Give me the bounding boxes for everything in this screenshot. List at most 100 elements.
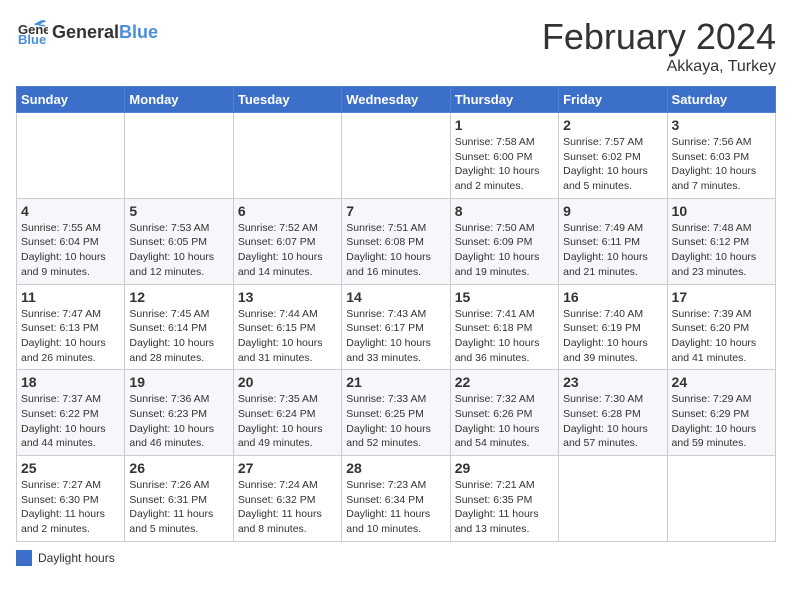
day-info: Sunrise: 7:48 AM Sunset: 6:12 PM Dayligh… xyxy=(672,221,771,280)
day-number: 28 xyxy=(346,460,445,476)
day-number: 19 xyxy=(129,374,228,390)
day-number: 25 xyxy=(21,460,120,476)
svg-text:Blue: Blue xyxy=(18,32,46,47)
calendar-cell: 3Sunrise: 7:56 AM Sunset: 6:03 PM Daylig… xyxy=(667,113,775,199)
calendar-cell: 22 Sunrise: 7:32 AM Sunset: 6:26 PM Dayli… xyxy=(450,370,558,456)
day-number: 4 xyxy=(21,203,120,219)
calendar-location: Akkaya, Turkey xyxy=(542,58,776,76)
calendar-cell: 19 Sunrise: 7:36 AM Sunset: 6:23 PM Dayli… xyxy=(125,370,233,456)
calendar-cell: 17 Sunrise: 7:39 AM Sunset: 6:20 PM Dayli… xyxy=(667,284,775,370)
calendar-cell: 11Sunrise: 7:47 AM Sunset: 6:13 PM Dayli… xyxy=(17,284,125,370)
calendar-week-2: 4 Sunrise: 7:55 AM Sunset: 6:04 PM Daylig… xyxy=(17,198,776,284)
day-info: Sunrise: 7:41 AM Sunset: 6:18 PM Dayligh… xyxy=(455,307,554,366)
day-info: Sunrise: 7:32 AM Sunset: 6:26 PM Dayligh… xyxy=(455,392,554,451)
calendar-week-4: 18 Sunrise: 7:37 AM Sunset: 6:22 PM Dayli… xyxy=(17,370,776,456)
page-header: General Blue GeneralBlue February 2024 A… xyxy=(16,16,776,76)
day-number: 18 xyxy=(21,374,120,390)
col-friday: Friday xyxy=(559,87,667,113)
day-info: Sunrise: 7:39 AM Sunset: 6:20 PM Dayligh… xyxy=(672,307,771,366)
calendar-cell: 18 Sunrise: 7:37 AM Sunset: 6:22 PM Dayli… xyxy=(17,370,125,456)
calendar-cell: 4 Sunrise: 7:55 AM Sunset: 6:04 PM Daylig… xyxy=(17,198,125,284)
legend-box xyxy=(16,550,32,566)
calendar-cell: 27 Sunrise: 7:24 AM Sunset: 6:32 PM Dayli… xyxy=(233,456,341,542)
logo-general-text: General xyxy=(52,22,119,43)
day-number: 24 xyxy=(672,374,771,390)
day-info: Sunrise: 7:37 AM Sunset: 6:22 PM Dayligh… xyxy=(21,392,120,451)
calendar-cell: 12 Sunrise: 7:45 AM Sunset: 6:14 PM Dayli… xyxy=(125,284,233,370)
day-number: 10 xyxy=(672,203,771,219)
day-info: Sunrise: 7:52 AM Sunset: 6:07 PM Dayligh… xyxy=(238,221,337,280)
calendar-cell: 9 Sunrise: 7:49 AM Sunset: 6:11 PM Daylig… xyxy=(559,198,667,284)
day-info: Sunrise: 7:55 AM Sunset: 6:04 PM Dayligh… xyxy=(21,221,120,280)
day-number: 27 xyxy=(238,460,337,476)
calendar-week-5: 25 Sunrise: 7:27 AM Sunset: 6:30 PM Dayli… xyxy=(17,456,776,542)
calendar-cell: 5 Sunrise: 7:53 AM Sunset: 6:05 PM Daylig… xyxy=(125,198,233,284)
calendar-week-3: 11Sunrise: 7:47 AM Sunset: 6:13 PM Dayli… xyxy=(17,284,776,370)
calendar-header-row: Sunday Monday Tuesday Wednesday Thursday… xyxy=(17,87,776,113)
day-info: Sunrise: 7:47 AM Sunset: 6:13 PM Dayligh… xyxy=(21,307,120,366)
day-number: 6 xyxy=(238,203,337,219)
day-number: 13 xyxy=(238,289,337,305)
day-number: 14 xyxy=(346,289,445,305)
day-info: Sunrise: 7:24 AM Sunset: 6:32 PM Dayligh… xyxy=(238,478,337,537)
calendar-cell: 6 Sunrise: 7:52 AM Sunset: 6:07 PM Daylig… xyxy=(233,198,341,284)
day-number: 8 xyxy=(455,203,554,219)
day-info: Sunrise: 7:35 AM Sunset: 6:24 PM Dayligh… xyxy=(238,392,337,451)
day-info: Sunrise: 7:58 AM Sunset: 6:00 PM Dayligh… xyxy=(455,135,554,194)
day-info: Sunrise: 7:50 AM Sunset: 6:09 PM Dayligh… xyxy=(455,221,554,280)
col-sunday: Sunday xyxy=(17,87,125,113)
calendar-cell: 20 Sunrise: 7:35 AM Sunset: 6:24 PM Dayli… xyxy=(233,370,341,456)
day-info: Sunrise: 7:36 AM Sunset: 6:23 PM Dayligh… xyxy=(129,392,228,451)
calendar-week-1: 1 Sunrise: 7:58 AM Sunset: 6:00 PM Daylig… xyxy=(17,113,776,199)
day-info: Sunrise: 7:57 AM Sunset: 6:02 PM Dayligh… xyxy=(563,135,662,194)
calendar-cell: 29 Sunrise: 7:21 AM Sunset: 6:35 PM Dayli… xyxy=(450,456,558,542)
day-number: 2 xyxy=(563,117,662,133)
day-number: 17 xyxy=(672,289,771,305)
calendar-cell: 14 Sunrise: 7:43 AM Sunset: 6:17 PM Dayli… xyxy=(342,284,450,370)
day-number: 29 xyxy=(455,460,554,476)
day-number: 1 xyxy=(455,117,554,133)
day-info: Sunrise: 7:40 AM Sunset: 6:19 PM Dayligh… xyxy=(563,307,662,366)
calendar-cell: 1 Sunrise: 7:58 AM Sunset: 6:00 PM Daylig… xyxy=(450,113,558,199)
day-info: Sunrise: 7:49 AM Sunset: 6:11 PM Dayligh… xyxy=(563,221,662,280)
col-monday: Monday xyxy=(125,87,233,113)
day-number: 5 xyxy=(129,203,228,219)
day-info: Sunrise: 7:33 AM Sunset: 6:25 PM Dayligh… xyxy=(346,392,445,451)
day-info: Sunrise: 7:23 AM Sunset: 6:34 PM Dayligh… xyxy=(346,478,445,537)
day-info: Sunrise: 7:29 AM Sunset: 6:29 PM Dayligh… xyxy=(672,392,771,451)
calendar-cell: 21 Sunrise: 7:33 AM Sunset: 6:25 PM Dayli… xyxy=(342,370,450,456)
col-thursday: Thursday xyxy=(450,87,558,113)
col-wednesday: Wednesday xyxy=(342,87,450,113)
day-number: 22 xyxy=(455,374,554,390)
logo-icon: General Blue xyxy=(16,16,48,48)
day-number: 21 xyxy=(346,374,445,390)
day-number: 12 xyxy=(129,289,228,305)
calendar-body: 1 Sunrise: 7:58 AM Sunset: 6:00 PM Daylig… xyxy=(17,113,776,542)
day-info: Sunrise: 7:21 AM Sunset: 6:35 PM Dayligh… xyxy=(455,478,554,537)
calendar-cell: 8 Sunrise: 7:50 AM Sunset: 6:09 PM Daylig… xyxy=(450,198,558,284)
day-info: Sunrise: 7:26 AM Sunset: 6:31 PM Dayligh… xyxy=(129,478,228,537)
day-info: Sunrise: 7:51 AM Sunset: 6:08 PM Dayligh… xyxy=(346,221,445,280)
legend-label: Daylight hours xyxy=(38,551,115,565)
calendar-cell: 25 Sunrise: 7:27 AM Sunset: 6:30 PM Dayli… xyxy=(17,456,125,542)
day-info: Sunrise: 7:44 AM Sunset: 6:15 PM Dayligh… xyxy=(238,307,337,366)
day-info: Sunrise: 7:56 AM Sunset: 6:03 PM Dayligh… xyxy=(672,135,771,194)
day-info: Sunrise: 7:27 AM Sunset: 6:30 PM Dayligh… xyxy=(21,478,120,537)
col-saturday: Saturday xyxy=(667,87,775,113)
day-info: Sunrise: 7:53 AM Sunset: 6:05 PM Dayligh… xyxy=(129,221,228,280)
calendar-cell: 7Sunrise: 7:51 AM Sunset: 6:08 PM Daylig… xyxy=(342,198,450,284)
calendar-cell: 24 Sunrise: 7:29 AM Sunset: 6:29 PM Dayli… xyxy=(667,370,775,456)
day-number: 16 xyxy=(563,289,662,305)
logo: General Blue GeneralBlue xyxy=(16,16,158,48)
day-info: Sunrise: 7:43 AM Sunset: 6:17 PM Dayligh… xyxy=(346,307,445,366)
calendar-cell: 10 Sunrise: 7:48 AM Sunset: 6:12 PM Dayli… xyxy=(667,198,775,284)
calendar-cell: 26Sunrise: 7:26 AM Sunset: 6:31 PM Dayli… xyxy=(125,456,233,542)
day-number: 20 xyxy=(238,374,337,390)
calendar-table: Sunday Monday Tuesday Wednesday Thursday… xyxy=(16,86,776,542)
day-info: Sunrise: 7:45 AM Sunset: 6:14 PM Dayligh… xyxy=(129,307,228,366)
calendar-cell: 28 Sunrise: 7:23 AM Sunset: 6:34 PM Dayli… xyxy=(342,456,450,542)
day-number: 23 xyxy=(563,374,662,390)
calendar-cell xyxy=(559,456,667,542)
day-number: 9 xyxy=(563,203,662,219)
logo-blue-text: Blue xyxy=(119,22,158,43)
